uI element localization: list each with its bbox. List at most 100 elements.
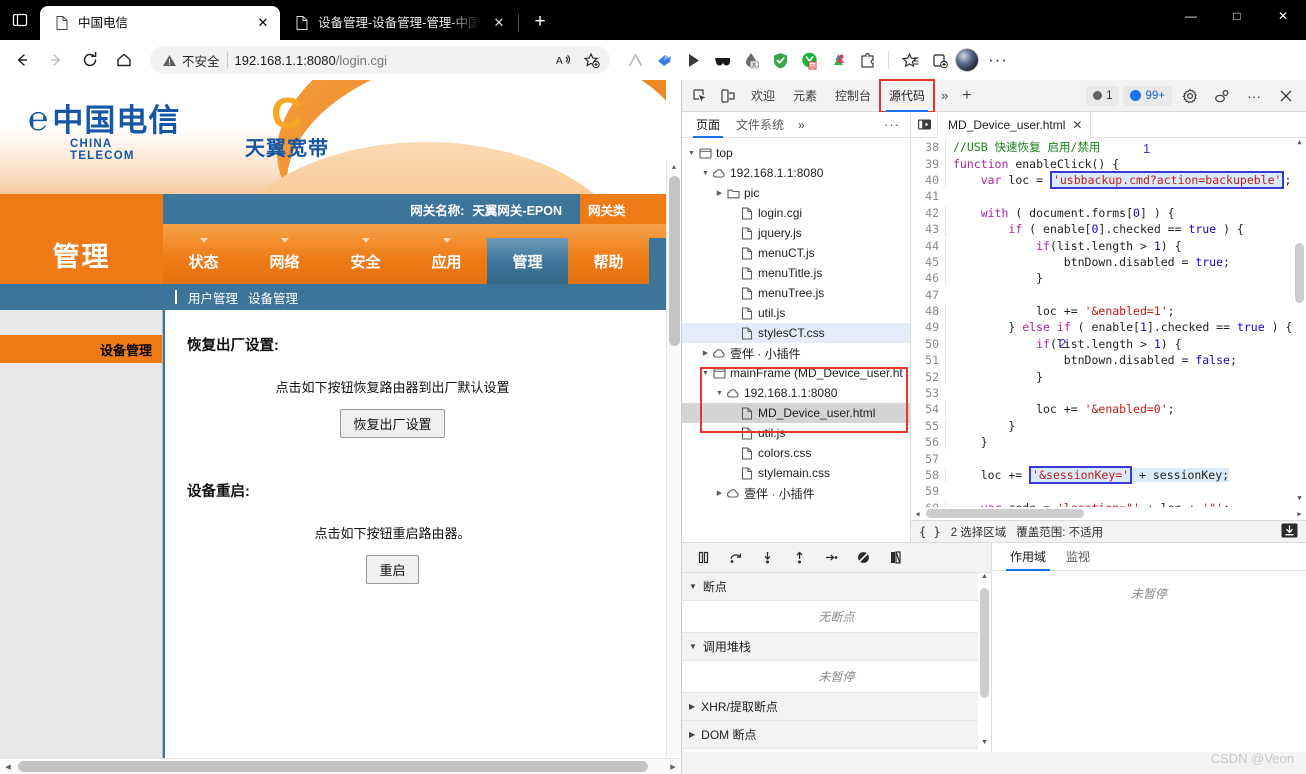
sidebar-item-device-management[interactable]: 设备管理 — [0, 335, 162, 363]
step-out-icon[interactable] — [784, 545, 814, 571]
scrollbar-thumb[interactable] — [669, 176, 680, 346]
show-navigator-icon[interactable] — [911, 112, 937, 138]
avatar[interactable] — [955, 48, 979, 72]
twisty-expanded-icon[interactable]: ▼ — [714, 390, 725, 397]
line-number[interactable]: 43 — [911, 222, 945, 237]
tree-item[interactable]: ▼ top — [682, 143, 910, 163]
menu-item-application[interactable]: 应用 — [406, 238, 487, 284]
line-number[interactable]: 58 — [911, 468, 945, 482]
navigator-tab-filesystem[interactable]: 文件系统 — [728, 112, 792, 138]
line-number[interactable]: 59 — [911, 484, 945, 499]
device-toolbar-icon[interactable] — [714, 83, 742, 109]
close-icon[interactable]: ✕ — [252, 12, 274, 34]
download-icon[interactable] — [1281, 523, 1298, 541]
customize-devtools-icon[interactable] — [1208, 83, 1236, 109]
menu-item-management[interactable]: 管理 — [487, 238, 568, 284]
factory-reset-button[interactable]: 恢复出厂设置 — [340, 409, 445, 438]
inspect-element-icon[interactable] — [686, 83, 714, 109]
line-number[interactable]: 57 — [911, 451, 945, 466]
scroll-right-icon[interactable]: ▶ — [1293, 510, 1306, 518]
tree-item[interactable]: ▼ mainFrame (MD_Device_user.ht — [682, 363, 910, 383]
menu-item-status[interactable]: 状态 — [163, 238, 244, 284]
scroll-up-icon[interactable]: ▲ — [978, 573, 991, 586]
line-number[interactable]: 40 — [911, 172, 945, 187]
browser-settings-icon[interactable]: ··· — [982, 50, 1014, 70]
scroll-left-icon[interactable]: ◀ — [0, 763, 16, 771]
tree-item[interactable]: ▶ 壹伴 · 小插件 — [682, 343, 910, 363]
scroll-up-icon[interactable]: ▲ — [667, 160, 681, 175]
line-number[interactable]: 42 — [911, 205, 945, 220]
extension-drop-icon[interactable]: X — [738, 47, 764, 73]
line-number[interactable]: 48 — [911, 304, 945, 319]
reboot-button[interactable]: 重启 — [366, 555, 419, 584]
editor-file-tab[interactable]: MD_Device_user.html ✕ — [937, 111, 1092, 138]
tab-search-button[interactable] — [0, 0, 40, 40]
read-aloud-icon[interactable]: A — [550, 47, 576, 73]
navigator-options-icon[interactable]: ··· — [874, 117, 910, 132]
line-number[interactable]: 44 — [911, 238, 945, 253]
gear-icon[interactable] — [1176, 83, 1204, 109]
maximize-button[interactable]: □ — [1214, 0, 1260, 32]
extension-shield-icon[interactable] — [767, 47, 793, 73]
twisty-expanded-icon[interactable]: ▼ — [689, 582, 697, 591]
add-favorite-icon[interactable] — [578, 47, 604, 73]
scroll-up-icon[interactable]: ▲ — [1293, 138, 1306, 151]
twisty-collapsed-icon[interactable]: ▶ — [714, 489, 725, 497]
extension-puzzle-icon[interactable] — [854, 47, 880, 73]
devtools-close-icon[interactable] — [1272, 83, 1300, 109]
editor-vertical-scrollbar[interactable]: ▲ ▼ — [1293, 138, 1306, 507]
line-number[interactable]: 53 — [911, 386, 945, 401]
line-number[interactable]: 51 — [911, 353, 945, 368]
extension-play-icon[interactable] — [680, 47, 706, 73]
line-number[interactable]: 54 — [911, 402, 945, 417]
tree-item[interactable]: ▶ pic — [682, 183, 910, 203]
home-icon[interactable] — [108, 45, 140, 75]
tree-item[interactable]: jquery.js — [682, 223, 910, 243]
twisty-collapsed-icon[interactable]: ▶ — [689, 702, 695, 711]
tree-item[interactable]: stylemain.css — [682, 463, 910, 483]
more-panels-icon[interactable]: » — [934, 88, 955, 103]
error-count-badge[interactable]: 1 — [1086, 85, 1120, 106]
pause-on-exceptions-icon[interactable] — [880, 545, 910, 571]
format-code-icon[interactable]: { } — [919, 525, 941, 539]
line-number[interactable]: 39 — [911, 156, 945, 171]
line-number[interactable]: 49 — [911, 320, 945, 335]
line-number[interactable]: 50 — [911, 336, 945, 351]
debugger-section-header[interactable]: ▶ DOM 断点 — [682, 721, 991, 749]
code-editor[interactable]: 38//USB 快速恢复 启用/禁用 39 function enableClick… — [911, 138, 1306, 520]
tab-console[interactable]: 控制台 — [826, 80, 880, 112]
line-number[interactable]: 38 — [911, 140, 945, 155]
line-number[interactable]: 45 — [911, 254, 945, 269]
scroll-right-icon[interactable]: ▶ — [665, 763, 681, 771]
scroll-down-icon[interactable]: ▼ — [1293, 494, 1306, 507]
deactivate-breakpoints-icon[interactable] — [848, 545, 878, 571]
tree-item[interactable]: ▼ 192.168.1.1:8080 — [682, 383, 910, 403]
menu-item-security[interactable]: 安全 — [325, 238, 406, 284]
tree-item[interactable]: menuTitle.js — [682, 263, 910, 283]
forward-icon[interactable] — [40, 45, 72, 75]
menu-item-network[interactable]: 网络 — [244, 238, 325, 284]
tree-item[interactable]: ▼ 192.168.1.1:8080 — [682, 163, 910, 183]
tree-item[interactable]: menuTree.js — [682, 283, 910, 303]
twisty-collapsed-icon[interactable]: ▶ — [689, 730, 695, 739]
debugger-section-header[interactable]: ▼ 调用堆栈 — [682, 633, 991, 661]
new-tab-button[interactable]: + — [525, 7, 555, 37]
pause-resume-icon[interactable] — [688, 545, 718, 571]
line-number[interactable]: 52 — [911, 369, 945, 384]
window-close-button[interactable]: ✕ — [1260, 0, 1306, 32]
extension-bird-icon[interactable] — [651, 47, 677, 73]
twisty-collapsed-icon[interactable]: ▶ — [700, 349, 711, 357]
twisty-expanded-icon[interactable]: ▼ — [700, 170, 711, 177]
step-into-icon[interactable] — [752, 545, 782, 571]
tree-item[interactable]: util.js — [682, 423, 910, 443]
add-panel-icon[interactable]: + — [955, 87, 978, 105]
extension-green-circle-icon[interactable]: 曲 — [796, 47, 822, 73]
tree-item[interactable]: MD_Device_user.html — [682, 403, 910, 423]
tree-item[interactable]: stylesCT.css — [682, 323, 910, 343]
twisty-expanded-icon[interactable]: ▼ — [689, 642, 697, 651]
tab-elements[interactable]: 元素 — [784, 80, 826, 112]
tree-item[interactable]: menuCT.js — [682, 243, 910, 263]
debugger-section-header[interactable]: ▼ 断点 — [682, 573, 991, 601]
twisty-expanded-icon[interactable]: ▼ — [686, 150, 697, 157]
address-bar[interactable]: 不安全 192.168.1.1:8080/login.cgi A — [150, 46, 610, 74]
